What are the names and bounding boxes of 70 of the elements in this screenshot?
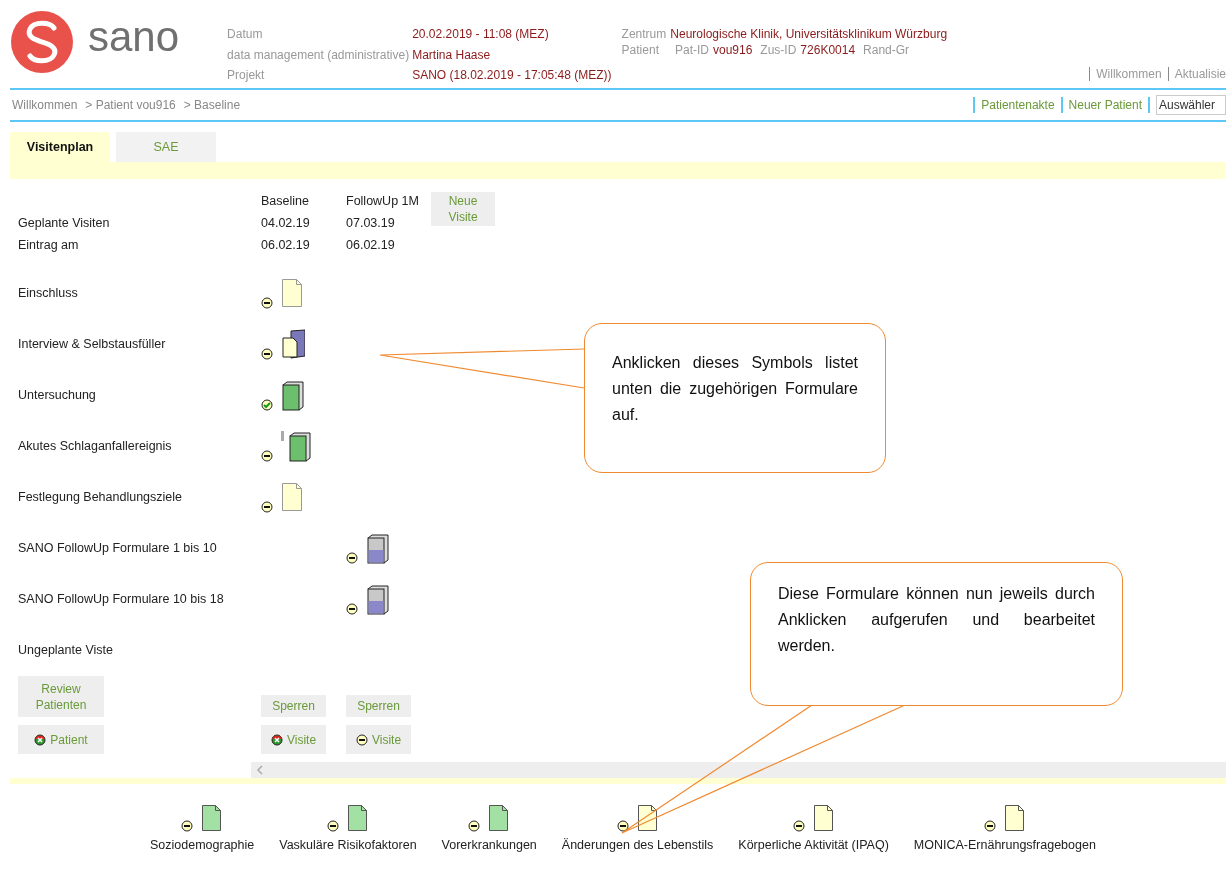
form-page-icon[interactable]: [346, 804, 369, 833]
breadcrumb-link[interactable]: Willkommen: [12, 96, 78, 114]
binder-icon[interactable]: [281, 380, 305, 412]
info-label: Projekt: [227, 67, 266, 85]
action-link[interactable]: Patientenakte: [981, 96, 1055, 114]
info-label: Patient: [621, 42, 659, 58]
info-value: Martina Haase: [412, 46, 492, 64]
visit-header: Baseline: [261, 193, 310, 210]
binder-icon[interactable]: [366, 584, 390, 616]
patient-button[interactable]: Patient: [18, 725, 104, 755]
documents-icon[interactable]: [281, 329, 305, 361]
logo-text: sano: [88, 16, 180, 62]
nav-link[interactable]: Willkommen: [1096, 66, 1162, 82]
row-label: Eintrag am: [18, 236, 80, 254]
page-icon[interactable]: [281, 482, 305, 514]
callout-text: Anklicken dieses Symbols listet unten die zugehörigen Formulare auf.: [584, 323, 886, 473]
form-group-label: Einschluss: [18, 285, 79, 303]
form-link[interactable]: Vorerkrankungen: [441, 836, 537, 855]
callout-text: Diese Formulare können nun jeweils durch Anklicken aufgerufen und bearbeitet werden.: [750, 562, 1123, 706]
form-link[interactable]: MONICA-Ernährungsfragebogen: [913, 836, 1096, 855]
page-icon[interactable]: [281, 278, 305, 310]
form-page-icon[interactable]: [1003, 804, 1026, 833]
nav-link[interactable]: Aktualisie: [1174, 66, 1226, 82]
info-value: 726K0014: [800, 42, 856, 58]
scrollbar[interactable]: [251, 762, 1226, 779]
info-label: Zentrum: [621, 26, 667, 42]
info-value: vou916: [713, 42, 753, 58]
info-label: data management (administrative): [227, 46, 410, 64]
new-visit-button[interactable]: Neue Visite: [431, 192, 495, 226]
visit-header: FollowUp 1M: [346, 193, 420, 210]
form-group-label: Untersuchung: [18, 387, 97, 405]
form-group-label: Interview & Selbstausfüller: [18, 336, 167, 354]
tab[interactable]: SAE: [116, 132, 216, 162]
row-label: Geplante Visiten: [18, 214, 111, 232]
form-page-icon[interactable]: [201, 804, 224, 833]
logo-icon: [10, 10, 74, 74]
info-label: Pat-ID: [674, 42, 709, 58]
form-link[interactable]: Soziodemographie: [150, 836, 255, 855]
form-group-label: SANO FollowUp Formulare 10 bis 18: [18, 591, 225, 609]
row-label: Ungeplante Viste: [18, 642, 114, 660]
info-label: Rand-Gr: [863, 42, 910, 58]
form-link[interactable]: Änderungen des Lebenstils: [561, 836, 714, 855]
info-value: Neurologische Klinik, Universitätsklinikum Würzburg: [670, 26, 948, 42]
breadcrumb-link[interactable]: > Patient vou916: [85, 96, 176, 114]
binder-icon[interactable]: [366, 533, 390, 565]
breadcrumb-link[interactable]: > Baseline: [183, 96, 241, 114]
form-page-icon[interactable]: [488, 804, 511, 833]
tab[interactable]: Visitenplan: [10, 132, 110, 162]
form-link[interactable]: Vaskuläre Risikofaktoren: [279, 836, 417, 855]
visit-date: 04.02.19: [261, 214, 311, 232]
visit-date: 07.03.19: [346, 214, 396, 232]
select-field[interactable]: Auswähler: [1156, 95, 1226, 115]
form-link[interactable]: Körperliche Aktivität (IPAQ): [738, 836, 889, 855]
info-label: Zus-ID: [760, 42, 797, 58]
action-link[interactable]: Neuer Patient: [1068, 96, 1142, 114]
visit-button[interactable]: Visite: [346, 725, 411, 755]
visit-date: 06.02.19: [261, 236, 311, 254]
binder-icon[interactable]: [288, 431, 312, 463]
visit-date: 06.02.19: [346, 236, 396, 254]
visit-button[interactable]: Visite: [261, 725, 326, 755]
form-group-label: SANO FollowUp Formulare 1 bis 10: [18, 540, 218, 558]
lock-button[interactable]: Sperren: [261, 695, 326, 718]
form-group-label: Akutes Schlaganfallereignis: [18, 438, 173, 456]
review-button[interactable]: Review Patienten: [18, 676, 104, 718]
info-label: Datum: [227, 26, 264, 43]
form-page-icon[interactable]: [812, 804, 835, 833]
form-group-label: Festlegung Behandlungsziele: [18, 489, 183, 507]
lock-button[interactable]: Sperren: [346, 695, 411, 718]
info-value: SANO (18.02.2019 - 17:05:48 (MEZ)): [412, 67, 612, 85]
info-value: 20.02.2019 - 11:08 (MEZ): [412, 26, 550, 43]
